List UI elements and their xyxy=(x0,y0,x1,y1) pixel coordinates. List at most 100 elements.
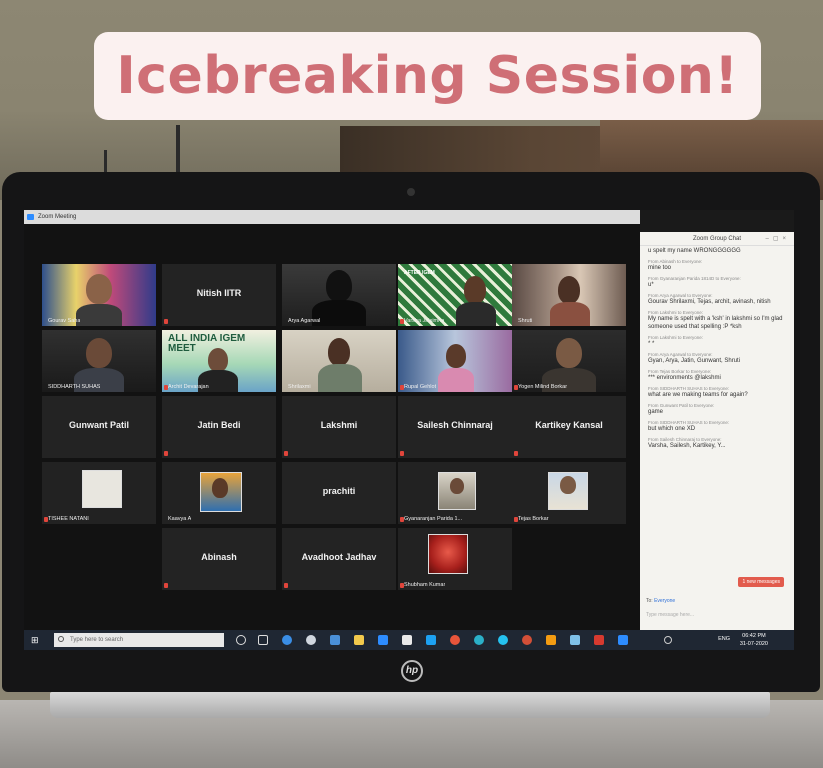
video-tile-shubham[interactable]: Shubham Kumar xyxy=(398,528,512,590)
video-tile-arya[interactable]: Arya Agarwal xyxy=(282,264,396,326)
participant-name: Gunwant Patil xyxy=(68,420,129,430)
participant-label: Gourav Saha xyxy=(48,318,81,324)
store-icon[interactable] xyxy=(402,635,412,645)
video-tile-gourav[interactable]: Gourav Saha xyxy=(42,264,156,326)
mail-icon[interactable] xyxy=(330,635,340,645)
people-icon[interactable] xyxy=(664,636,672,644)
participant-face xyxy=(558,276,580,304)
search-icon xyxy=(58,636,64,642)
participant-name: Lakshmi xyxy=(320,420,358,430)
participant-face xyxy=(86,274,112,304)
video-tile-kaavya[interactable]: Kaavya A xyxy=(162,462,276,524)
chat-message: From Arya Agarwal to Everyone: Gyan, Arya… xyxy=(640,351,794,368)
participant-label: Varsha Jaisimha xyxy=(404,318,445,324)
profile-picture xyxy=(82,470,122,508)
video-tile-prachiti[interactable]: prachiti xyxy=(282,462,396,524)
acrobat-icon[interactable] xyxy=(594,635,604,645)
chat-message: From SIDDHARTH SUHAS to Everyone: what ar… xyxy=(640,385,794,402)
participant-label: TISHEE NATANI xyxy=(48,516,89,522)
file-explorer-icon[interactable] xyxy=(354,635,364,645)
video-tile-avadhoot[interactable]: Avadhoot Jadhav xyxy=(282,528,396,590)
chat-message: From Gunwant Patil to Everyone: game xyxy=(640,402,794,419)
settings-icon[interactable] xyxy=(306,635,316,645)
chrome-icon[interactable] xyxy=(282,635,292,645)
window-controls[interactable]: –▢× xyxy=(765,232,790,246)
task-view-icon[interactable] xyxy=(258,635,268,645)
taskbar-search-input[interactable]: Type here to search xyxy=(54,633,224,647)
chat-message: From Sailesh Chinnaraj to Everyone: Varsh… xyxy=(640,436,794,453)
participant-face xyxy=(212,478,228,498)
participant-face xyxy=(464,276,486,304)
chat-message-input[interactable]: Type message here... xyxy=(646,612,786,618)
chat-message-text: * * xyxy=(648,341,655,347)
app-icon[interactable] xyxy=(426,635,436,645)
opera-icon[interactable] xyxy=(450,635,460,645)
chat-message: From Lakshmi to Everyone: * * xyxy=(640,334,794,351)
video-tile-varsha[interactable]: AFTER IGEM Varsha Jaisimha xyxy=(398,264,512,326)
windows-start-icon[interactable]: ⊞ xyxy=(31,635,41,645)
windows-taskbar: ⊞ Type here to search ENG 06:42 PM 31-07… xyxy=(24,630,794,650)
video-tile-lakshmi[interactable]: Lakshmi xyxy=(282,396,396,458)
chat-message: From SIDDHARTH SUHAS to Everyone: but whi… xyxy=(640,419,794,436)
zoom-taskbar-icon[interactable] xyxy=(618,635,628,645)
chat-message: From Tejas Borkar to Everyone: *** enviro… xyxy=(640,368,794,385)
laptop-screen: Zoom Meeting Gourav Saha Nitish IITR Ary… xyxy=(24,210,794,650)
chat-recipient-dropdown[interactable]: Everyone xyxy=(654,598,675,604)
chat-message-text: what are we making teams for again? xyxy=(648,392,748,398)
laptop-hinge xyxy=(50,692,770,718)
muted-mic-icon xyxy=(514,451,518,456)
video-tile-yogen[interactable]: Yogen Milind Borkar xyxy=(512,330,626,392)
dropbox-icon[interactable] xyxy=(378,635,388,645)
cortana-icon[interactable] xyxy=(236,635,246,645)
video-tile-siddharth[interactable]: SIDDHARTH SUHAS xyxy=(42,330,156,392)
video-tile-nitish[interactable]: Nitish IITR xyxy=(162,264,276,326)
participant-name: Sailesh Chinnaraj xyxy=(417,420,493,430)
video-tile-gyanaranjan[interactable]: Gyanaranjan Parida 1... xyxy=(398,462,512,524)
participant-label: Rupal Gehlot xyxy=(404,384,437,390)
video-tile-archit[interactable]: ALL INDIA IGEM MEET Archit Devarajan xyxy=(162,330,276,392)
video-tile-shrilaxmi[interactable]: Shrilaxmi xyxy=(282,330,396,392)
participant-body xyxy=(456,302,496,326)
chat-message-text: game xyxy=(648,409,664,415)
video-tile-shruti[interactable]: Shruti xyxy=(512,264,626,326)
participant-label: Tejas Borkar xyxy=(518,516,549,522)
chat-message-text: but which one XD xyxy=(648,426,696,432)
participant-body xyxy=(76,304,122,326)
browser-icon[interactable] xyxy=(522,635,532,645)
chat-message-text: u* xyxy=(648,282,654,288)
clock-time: 06:42 PM xyxy=(742,633,766,639)
language-indicator[interactable]: ENG xyxy=(718,636,730,642)
caption-banner: Icebreaking Session! xyxy=(94,32,761,120)
video-tile-tejas[interactable]: Tejas Borkar xyxy=(512,462,626,524)
video-tile-gunwant[interactable]: Gunwant Patil xyxy=(42,396,156,458)
caption-text: Icebreaking Session! xyxy=(116,46,739,106)
chat-message: From Abinash to Everyone: mine too xyxy=(640,258,794,275)
vlc-icon[interactable] xyxy=(546,635,556,645)
chat-recipient[interactable]: To: Everyone xyxy=(646,598,675,604)
participant-face xyxy=(446,344,466,368)
chat-to-label: To: xyxy=(646,598,653,604)
video-tile-sailesh[interactable]: Sailesh Chinnaraj xyxy=(398,396,512,458)
participant-label: SIDDHARTH SUHAS xyxy=(48,384,101,390)
chat-header: Zoom Group Chat –▢× xyxy=(640,232,794,246)
video-tile-rupal[interactable]: Rupal Gehlot xyxy=(398,330,512,392)
muted-mic-icon xyxy=(400,451,404,456)
skype-icon[interactable] xyxy=(498,635,508,645)
tile-banner: AFTER IGEM xyxy=(404,270,435,276)
participant-label: Arya Agarwal xyxy=(288,318,321,324)
photos-icon[interactable] xyxy=(570,635,580,645)
chat-message: u spelt my name WRONGGGGGG xyxy=(640,246,794,258)
clock-date: 31-07-2020 xyxy=(739,641,768,647)
taskbar-clock[interactable]: 06:42 PM 31-07-2020 xyxy=(740,632,768,648)
video-tile-kartikey[interactable]: Kartikey Kansal xyxy=(512,396,626,458)
video-tile-abinash[interactable]: Abinash xyxy=(162,528,276,590)
video-tile-jatin[interactable]: Jatin Bedi xyxy=(162,396,276,458)
participant-face xyxy=(326,270,352,302)
video-tile-tishee[interactable]: TISHEE NATANI xyxy=(42,462,156,524)
new-messages-button[interactable]: 1 new messages xyxy=(738,577,784,587)
muted-mic-icon xyxy=(164,583,168,588)
participant-face xyxy=(560,476,576,494)
participant-body xyxy=(438,368,474,392)
edge-icon[interactable] xyxy=(474,635,484,645)
participant-label: Yogen Milind Borkar xyxy=(518,384,568,390)
